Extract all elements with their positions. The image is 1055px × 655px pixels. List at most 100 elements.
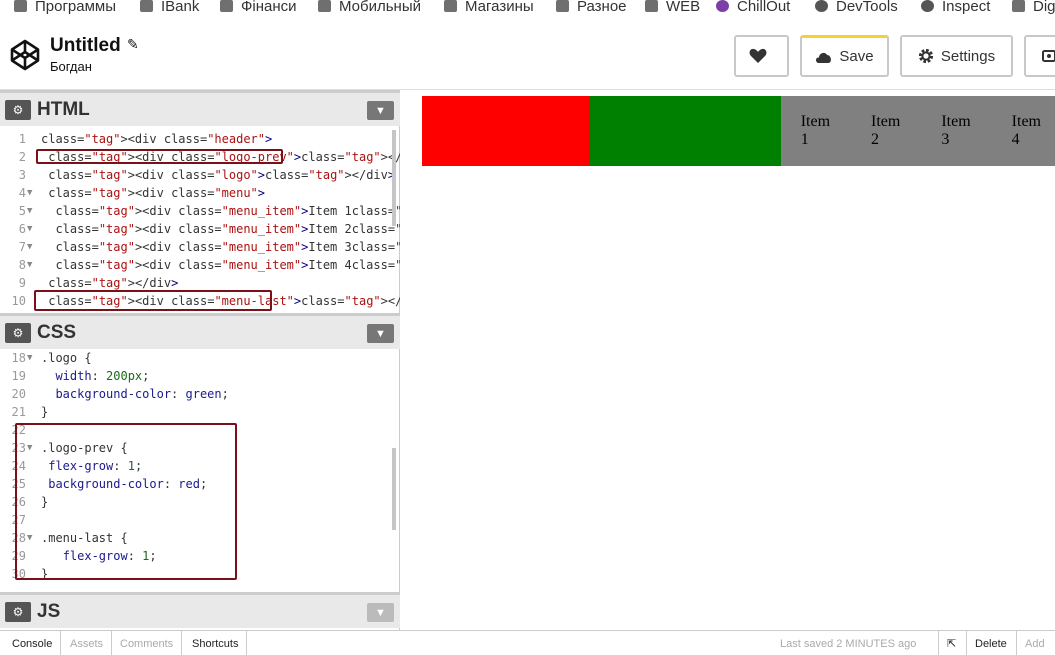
bookmark-dig[interactable]: Dig xyxy=(1012,0,1055,16)
preview-menu-item: Item 4 xyxy=(1011,113,1041,148)
chevron-down-icon[interactable]: ▼ xyxy=(367,603,394,622)
folder-icon xyxy=(1012,0,1025,12)
fold-arrow-icon[interactable]: ▼ xyxy=(27,256,32,274)
code-line[interactable]: 8 ▼ class="tag"><div class="menu_item">It… xyxy=(0,256,400,274)
highlight-box xyxy=(15,423,237,580)
bookmarks-bar: Программы IBank Фінанси Мобильный Магази… xyxy=(0,0,1055,18)
code-line[interactable]: 7 ▼ class="tag"><div class="menu_item">It… xyxy=(0,238,400,256)
folder-icon xyxy=(318,0,331,12)
bookmark-devtools[interactable]: DevTools xyxy=(815,0,898,16)
line-number: 1 xyxy=(18,132,26,146)
shortcuts-tab[interactable]: Shortcuts xyxy=(184,631,248,655)
preview-menu-item: Item 1 xyxy=(800,113,831,148)
love-button[interactable] xyxy=(734,35,789,77)
bookmark-shops[interactable]: Магазины xyxy=(444,0,534,16)
external-link-icon[interactable]: ⇱ xyxy=(938,631,964,655)
css-scrollbar[interactable] xyxy=(392,448,396,530)
code-line[interactable]: 1 class="tag"><div class="header"> xyxy=(0,130,390,148)
bookmark-chillout[interactable]: ChillOut xyxy=(716,0,790,16)
pen-author[interactable]: Богдан xyxy=(50,59,92,74)
code-text: class="tag"><div class="menu_item">Item … xyxy=(55,222,400,236)
bookmark-mobile[interactable]: Мобильный xyxy=(318,0,421,16)
fold-arrow-icon[interactable]: ▼ xyxy=(27,202,32,220)
pen-header: Untitled ✎ Богдан Save Settings xyxy=(0,18,1055,90)
line-number: 2 xyxy=(18,150,26,164)
globe-icon xyxy=(815,0,828,12)
bookmark-label: Программы xyxy=(35,0,117,15)
preview-menu: Item 1 Item 2 Item 3 Item 4 xyxy=(780,96,1055,166)
preview-logo xyxy=(590,96,781,166)
console-tab[interactable]: Console xyxy=(4,631,62,655)
code-line[interactable]: 18 ▼ .logo { xyxy=(0,349,390,367)
code-text: class="tag"><div class="menu_item">Item … xyxy=(55,240,400,254)
line-number: 4 xyxy=(18,186,26,200)
code-text: .logo { xyxy=(41,351,92,365)
view-icon xyxy=(1042,50,1055,62)
html-settings-gear-icon[interactable]: ⚙ xyxy=(5,99,31,120)
line-number: 7 xyxy=(18,240,26,254)
bookmark-programs[interactable]: Программы xyxy=(14,0,116,16)
line-number: 6 xyxy=(18,222,26,236)
bookmark-finance[interactable]: Фінанси xyxy=(220,0,297,16)
edit-title-pencil-icon[interactable]: ✎ xyxy=(127,36,139,53)
delete-button[interactable]: Delete xyxy=(966,631,1015,655)
bookmark-misc[interactable]: Разное xyxy=(556,0,627,16)
last-saved-text: Last saved 2 MINUTES ago xyxy=(780,638,917,650)
line-number: 5 xyxy=(18,204,26,218)
code-line[interactable]: 21} xyxy=(0,403,390,421)
code-text: class="tag"><div class="header"> xyxy=(41,132,273,146)
highlight-box xyxy=(34,290,272,311)
line-number: 8 xyxy=(18,258,26,272)
fold-arrow-icon[interactable]: ▼ xyxy=(27,220,32,238)
code-line[interactable]: 6 ▼ class="tag"><div class="menu_item">It… xyxy=(0,220,400,238)
bookmark-label: Мобильный xyxy=(339,0,421,15)
line-number: 18 xyxy=(11,351,26,365)
code-text: background-color: green; xyxy=(55,387,229,401)
bookmark-ibank[interactable]: IBank xyxy=(140,0,199,16)
settings-label: Settings xyxy=(940,47,996,65)
js-settings-gear-icon[interactable]: ⚙ xyxy=(5,601,31,622)
change-view-button[interactable] xyxy=(1024,35,1055,77)
gear-icon xyxy=(918,48,933,64)
fold-arrow-icon[interactable]: ▼ xyxy=(27,184,32,202)
line-number: 20 xyxy=(11,387,26,401)
code-text: class="tag"><div class="logo">class="tag… xyxy=(48,168,395,182)
fold-arrow-icon[interactable]: ▼ xyxy=(27,349,32,367)
codepen-logo-icon[interactable] xyxy=(10,39,40,71)
chevron-down-icon[interactable]: ▼ xyxy=(367,101,394,120)
bookmark-web[interactable]: WEB xyxy=(645,0,700,16)
globe-icon xyxy=(921,0,934,12)
folder-icon xyxy=(556,0,569,12)
folder-icon xyxy=(444,0,457,12)
bookmark-inspect[interactable]: Inspect xyxy=(921,0,990,16)
css-settings-gear-icon[interactable]: ⚙ xyxy=(5,322,31,343)
code-line[interactable]: 19 width: 200px; xyxy=(0,367,390,385)
save-button[interactable]: Save xyxy=(800,35,889,77)
fold-arrow-icon[interactable]: ▼ xyxy=(27,238,32,256)
bookmark-label: Inspect xyxy=(942,0,991,15)
code-line[interactable]: 20 background-color: green; xyxy=(0,385,390,403)
comments-tab[interactable]: Comments xyxy=(112,631,183,655)
html-scrollbar[interactable] xyxy=(392,130,396,226)
code-line[interactable]: 3 class="tag"><div class="logo">class="t… xyxy=(0,166,395,184)
code-line[interactable]: 5 ▼ class="tag"><div class="menu_item">It… xyxy=(0,202,400,220)
settings-button[interactable]: Settings xyxy=(900,35,1013,77)
preview-logo-prev xyxy=(422,96,591,166)
css-panel-title: CSS xyxy=(37,321,77,343)
assets-tab[interactable]: Assets xyxy=(62,631,113,655)
html-panel-title: HTML xyxy=(37,98,90,120)
css-panel-header: ⚙ CSS ▼ xyxy=(0,313,400,349)
highlight-box xyxy=(36,149,283,164)
code-text: class="tag"><div class="menu"> xyxy=(48,186,266,200)
add-to-collection-button[interactable]: Add to xyxy=(1016,631,1055,655)
chevron-down-icon[interactable]: ▼ xyxy=(367,324,394,343)
result-preview: Item 1 Item 2 Item 3 Item 4 xyxy=(415,90,1055,630)
footer-bar: Console Assets Comments Shortcuts Last s… xyxy=(0,630,1055,655)
code-text: width: 200px; xyxy=(55,369,150,383)
code-line[interactable]: 4 ▼ class="tag"><div class="menu"> xyxy=(0,184,390,202)
folder-icon xyxy=(645,0,658,12)
line-number: 19 xyxy=(11,369,26,383)
editor-column: ⚙ HTML ▼ 1 class="tag"><div class="header… xyxy=(0,90,400,630)
line-number: 10 xyxy=(11,294,26,308)
pen-title[interactable]: Untitled xyxy=(50,35,121,57)
